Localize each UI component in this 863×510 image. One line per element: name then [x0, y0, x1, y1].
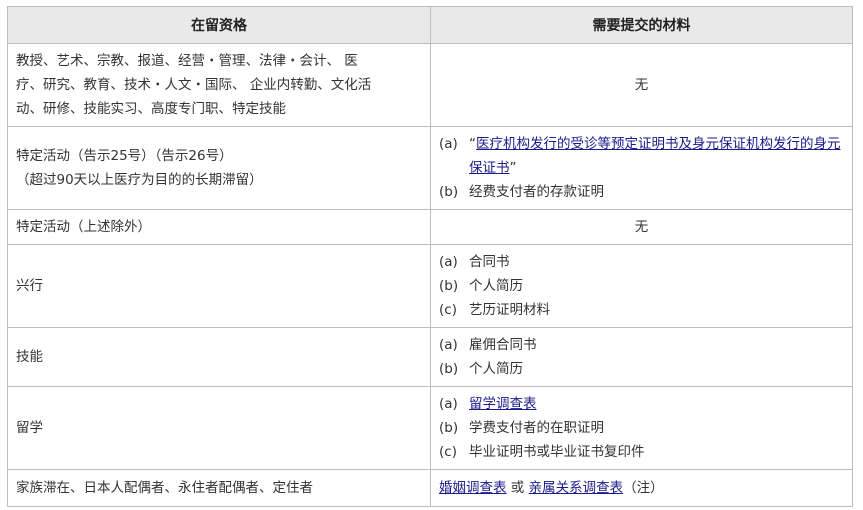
item-marker: (a) [439, 396, 458, 412]
material-text: 个人简历 [469, 361, 523, 377]
residence-status-cell: 技能 [7, 327, 431, 387]
table-row: 特定活动（上述除外） 无 [7, 209, 853, 245]
status-line: （超过90天以上医疗为目的的长期滞留） [16, 172, 263, 188]
table-row: 技能 (a) 雇佣合同书 (b) 个人简历 [7, 327, 853, 387]
material-text: 雇佣合同书 [469, 337, 537, 353]
material-text: 学费支付者的在职证明 [469, 420, 604, 436]
header-residence-status: 在留资格 [7, 6, 431, 44]
status-line: 家族滞在、日本人配偶者、永住者配偶者、定住者 [16, 480, 313, 496]
materials-cell: (a) 留学调查表 (b) 学费支付者的在职证明 (c) 毕业证明书或毕业证书复… [430, 386, 853, 470]
materials-cell: (a) “医疗机构发行的受诊等预定证明书及身元保证机构发行的身元保证书” (b)… [430, 126, 853, 210]
item-marker: (a) [439, 337, 458, 353]
material-item: (a) “医疗机构发行的受诊等预定证明书及身元保证机构发行的身元保证书” [439, 132, 844, 180]
material-item: (b) 个人简历 [439, 274, 844, 298]
materials-cell: 无 [430, 209, 853, 245]
material-item: (c) 艺历证明材料 [439, 298, 844, 322]
header-required-materials: 需要提交的材料 [430, 6, 853, 44]
status-line: 特定活动（告示25号）（告示26号） [16, 148, 233, 164]
item-marker: (a) [439, 136, 458, 152]
visa-materials-table: 在留资格 需要提交的材料 教授、艺术、宗教、报道、经营・管理、法律・会计、 医 … [7, 6, 853, 507]
marriage-survey-link[interactable]: 婚姻调查表 [439, 480, 507, 496]
status-line: 特定活动（上述除外） [16, 219, 151, 235]
status-line: 留学 [16, 420, 43, 436]
materials-cell: (a) 雇佣合同书 (b) 个人简历 [430, 327, 853, 387]
material-item: (c) 毕业证明书或毕业证书复印件 [439, 440, 844, 464]
status-line: 疗、研究、教育、技术・人文・国际、 企业内转勤、文化活 [16, 77, 372, 93]
or-text: 或 [506, 480, 529, 496]
material-item: (a) 留学调查表 [439, 392, 844, 416]
residence-status-cell: 兴行 [7, 244, 431, 328]
table-header-row: 在留资格 需要提交的材料 [7, 6, 853, 44]
item-marker: (b) [439, 184, 459, 200]
item-marker: (b) [439, 278, 459, 294]
status-line: 动、研修、技能实习、高度专门职、特定技能 [16, 101, 286, 117]
medical-certificate-link[interactable]: 医疗机构发行的受诊等预定证明书及身元保证机构发行的身元保证书 [469, 136, 841, 176]
status-line: 兴行 [16, 278, 43, 294]
kinship-survey-link[interactable]: 亲属关系调查表 [529, 480, 624, 496]
material-item: (a) 雇佣合同书 [439, 333, 844, 357]
study-survey-link[interactable]: 留学调查表 [469, 396, 537, 412]
status-line: 教授、艺术、宗教、报道、经营・管理、法律・会计、 医 [16, 53, 358, 69]
materials-cell: 无 [430, 43, 853, 127]
materials-cell: (a) 合同书 (b) 个人简历 (c) 艺历证明材料 [430, 244, 853, 328]
residence-status-cell: 特定活动（上述除外） [7, 209, 431, 245]
material-text: 合同书 [469, 254, 510, 270]
materials-cell: 婚姻调查表 或 亲属关系调查表（注） [430, 469, 853, 507]
material-item: (b) 学费支付者的在职证明 [439, 416, 844, 440]
item-marker: (b) [439, 361, 459, 377]
residence-status-cell: 家族滞在、日本人配偶者、永住者配偶者、定住者 [7, 469, 431, 507]
residence-status-cell: 教授、艺术、宗教、报道、经营・管理、法律・会计、 医 疗、研究、教育、技术・人文… [7, 43, 431, 127]
item-marker: (c) [439, 302, 457, 318]
status-line: 技能 [16, 349, 43, 365]
item-marker: (a) [439, 254, 458, 270]
residence-status-cell: 特定活动（告示25号）（告示26号） （超过90天以上医疗为目的的长期滞留） [7, 126, 431, 210]
open-quote: “ [469, 136, 476, 152]
material-item: (b) 经费支付者的存款证明 [439, 180, 844, 204]
table-row: 特定活动（告示25号）（告示26号） （超过90天以上医疗为目的的长期滞留） (… [7, 126, 853, 210]
table-row: 留学 (a) 留学调查表 (b) 学费支付者的在职证明 (c) 毕业证明书或毕业… [7, 386, 853, 470]
table-row: 家族滞在、日本人配偶者、永住者配偶者、定住者 婚姻调查表 或 亲属关系调查表（注… [7, 469, 853, 507]
material-item: (a) 合同书 [439, 250, 844, 274]
material-text: 毕业证明书或毕业证书复印件 [469, 444, 645, 460]
table-row: 兴行 (a) 合同书 (b) 个人简历 (c) 艺历证明材料 [7, 244, 853, 328]
table-row: 教授、艺术、宗教、报道、经营・管理、法律・会计、 医 疗、研究、教育、技术・人文… [7, 43, 853, 127]
item-marker: (c) [439, 444, 457, 460]
material-text: 艺历证明材料 [469, 302, 550, 318]
close-quote: ” [509, 160, 517, 176]
note-text: （注） [623, 480, 664, 496]
item-marker: (b) [439, 420, 459, 436]
material-text: 个人简历 [469, 278, 523, 294]
material-item: (b) 个人简历 [439, 357, 844, 381]
visa-materials-table-container: 在留资格 需要提交的材料 教授、艺术、宗教、报道、经营・管理、法律・会计、 医 … [7, 6, 853, 507]
material-text: 经费支付者的存款证明 [469, 184, 604, 200]
residence-status-cell: 留学 [7, 386, 431, 470]
